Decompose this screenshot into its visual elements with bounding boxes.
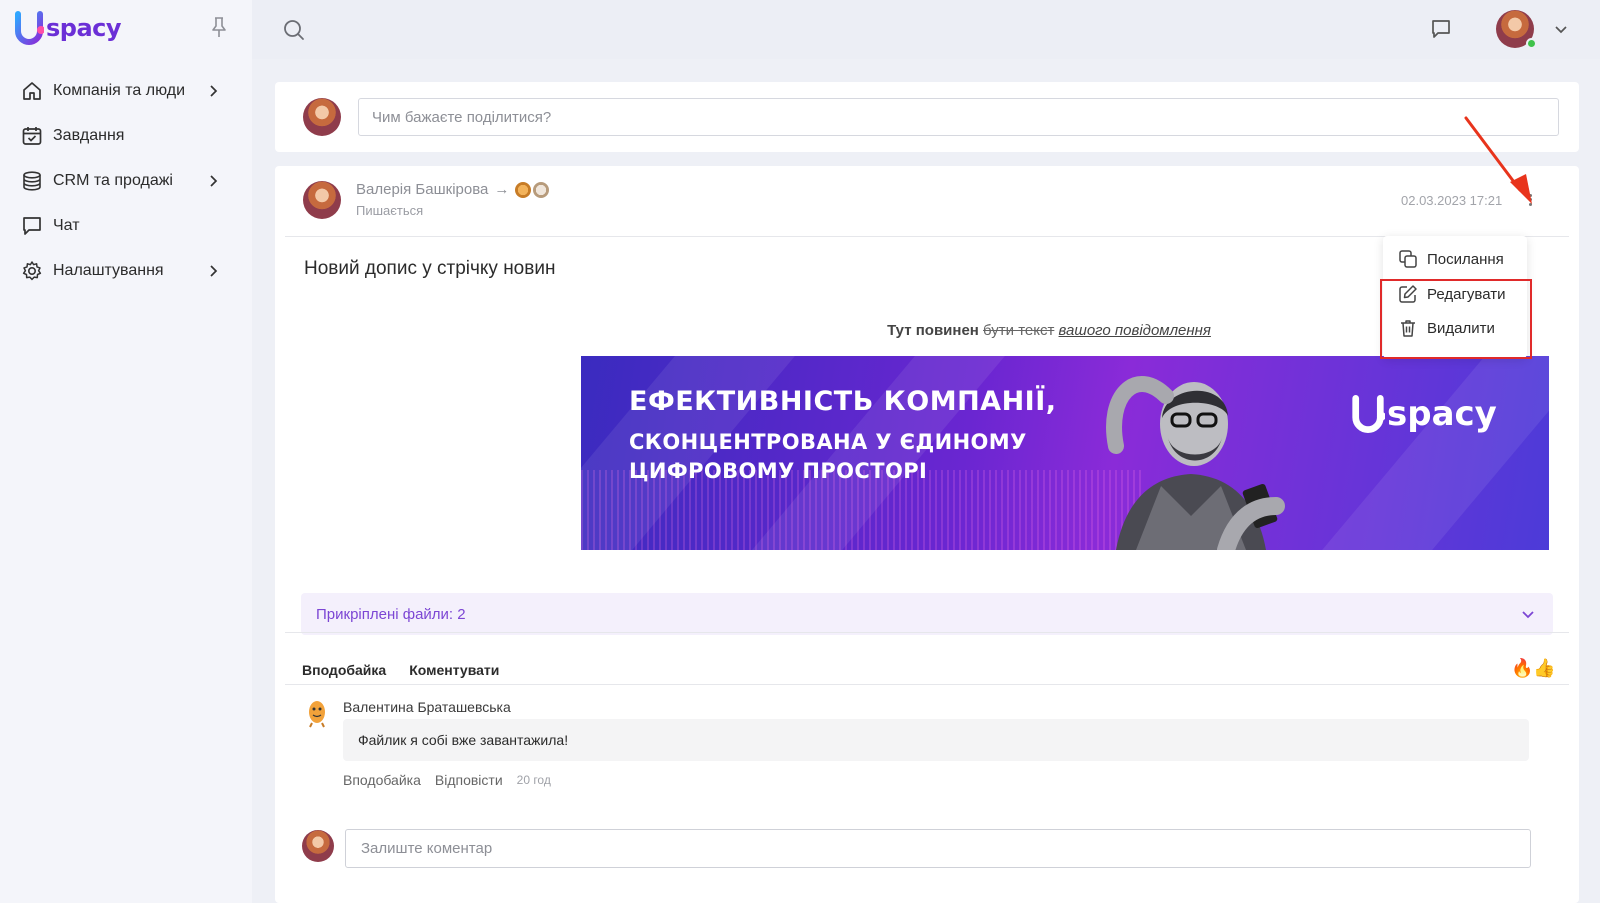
pin-icon[interactable]: [209, 16, 229, 38]
gear-icon: [20, 259, 44, 283]
attachments-toggle[interactable]: Прикріплені файли: 2: [301, 593, 1553, 635]
post-actions: Вподобайка Коментувати: [302, 662, 499, 678]
post-banner-image[interactable]: ЕФЕКТИВНІСТЬ КОМПАНІЇ, СКОНЦЕНТРОВАНА У …: [581, 356, 1549, 550]
recipient-avatar[interactable]: [515, 181, 532, 198]
banner-subline: СКОНЦЕНТРОВАНА У ЄДИНОМУ: [629, 430, 1027, 454]
chevron-right-icon: [210, 84, 218, 97]
sidebar-item-crm[interactable]: CRM та продажі: [20, 158, 220, 203]
search-icon[interactable]: [282, 18, 306, 42]
online-status-dot: [1526, 38, 1537, 49]
sidebar: spacy Компанія та люди Завдання CRM та п…: [0, 0, 252, 903]
chevron-down-icon[interactable]: [1554, 22, 1568, 36]
post-text-italic: вашого повідомлення: [1058, 322, 1211, 339]
comment-button[interactable]: Коментувати: [409, 662, 499, 678]
sidebar-nav: Компанія та люди Завдання CRM та продажі…: [20, 68, 220, 293]
arrow-right-icon: →: [494, 181, 510, 198]
annotation-arrow-icon: [1464, 116, 1532, 204]
chevron-right-icon: [210, 264, 218, 277]
sidebar-item-settings[interactable]: Налаштування: [20, 248, 220, 293]
sidebar-item-tasks[interactable]: Завдання: [20, 113, 220, 158]
reactions-summary[interactable]: 🔥👍: [1511, 658, 1556, 679]
logo-text: spacy: [46, 14, 122, 42]
post-author: Валерія Башкірова →: [356, 181, 550, 198]
home-icon: [20, 79, 44, 103]
messages-icon[interactable]: [1430, 18, 1452, 40]
post-text-strike: бути текст: [983, 322, 1055, 339]
logo-u-icon: [1352, 395, 1385, 433]
avatar: [302, 830, 334, 862]
comment-time: 20 год: [516, 773, 551, 787]
annotation-highlight-box: [1380, 279, 1532, 359]
sidebar-item-label: CRM та продажі: [53, 171, 173, 189]
chevron-down-icon: [1522, 611, 1534, 619]
commenter-avatar[interactable]: [306, 698, 328, 728]
divider: [285, 632, 1569, 633]
attachments-label: Прикріплені файли: 2: [316, 605, 466, 623]
sidebar-item-company[interactable]: Компанія та люди: [20, 68, 220, 113]
comment-bubble: Файлик я собі вже завантажила!: [343, 719, 1529, 761]
divider: [285, 684, 1569, 685]
recipient-avatar[interactable]: [533, 181, 550, 198]
logo-u-icon: [15, 11, 44, 45]
sidebar-item-label: Налаштування: [53, 261, 164, 279]
app-logo[interactable]: spacy: [14, 11, 122, 45]
menu-item-copy-link[interactable]: Посилання: [1383, 242, 1527, 276]
comment-author[interactable]: Валентина Браташевська: [343, 699, 511, 715]
banner-headline: ЕФЕКТИВНІСТЬ КОМПАНІЇ,: [629, 386, 1057, 417]
post-text-bold: Тут повинен: [887, 322, 979, 339]
banner-logo: spacy: [1351, 394, 1497, 434]
sidebar-item-chat[interactable]: Чат: [20, 203, 220, 248]
like-button[interactable]: Вподобайка: [302, 662, 386, 678]
comment-like-button[interactable]: Вподобайка: [343, 772, 421, 788]
sidebar-item-label: Чат: [53, 216, 80, 234]
divider: [285, 236, 1569, 237]
database-icon: [20, 169, 44, 193]
sidebar-item-label: Завдання: [53, 126, 125, 144]
topbar: [252, 0, 1600, 59]
comment-text: Файлик я собі вже завантажила!: [358, 732, 569, 748]
banner-subline: ЦИФРОВОМУ ПРОСТОРІ: [629, 459, 928, 483]
comment-actions: Вподобайка Відповісти 20 год: [343, 772, 551, 788]
post-composer: [275, 82, 1579, 152]
post-title: Новий допис у стрічку новин: [304, 258, 556, 279]
copy-link-icon: [1399, 250, 1417, 268]
comment-input[interactable]: [345, 829, 1531, 868]
avatar: [303, 98, 341, 136]
comment-reply-button[interactable]: Відповісти: [435, 772, 503, 788]
author-avatar[interactable]: [303, 181, 341, 219]
chevron-right-icon: [210, 174, 218, 187]
composer-input[interactable]: [358, 98, 1559, 136]
post-status: Пишається: [356, 203, 424, 218]
banner-stripe: [1300, 356, 1549, 550]
sidebar-item-label: Компанія та люди: [53, 81, 186, 99]
calendar-check-icon: [20, 124, 44, 148]
person-photo: [1106, 376, 1285, 550]
menu-item-label: Посилання: [1427, 250, 1504, 268]
author-name[interactable]: Валерія Башкірова: [356, 181, 488, 198]
banner-logo-text: spacy: [1387, 394, 1497, 434]
chat-bubble-icon: [20, 214, 44, 238]
